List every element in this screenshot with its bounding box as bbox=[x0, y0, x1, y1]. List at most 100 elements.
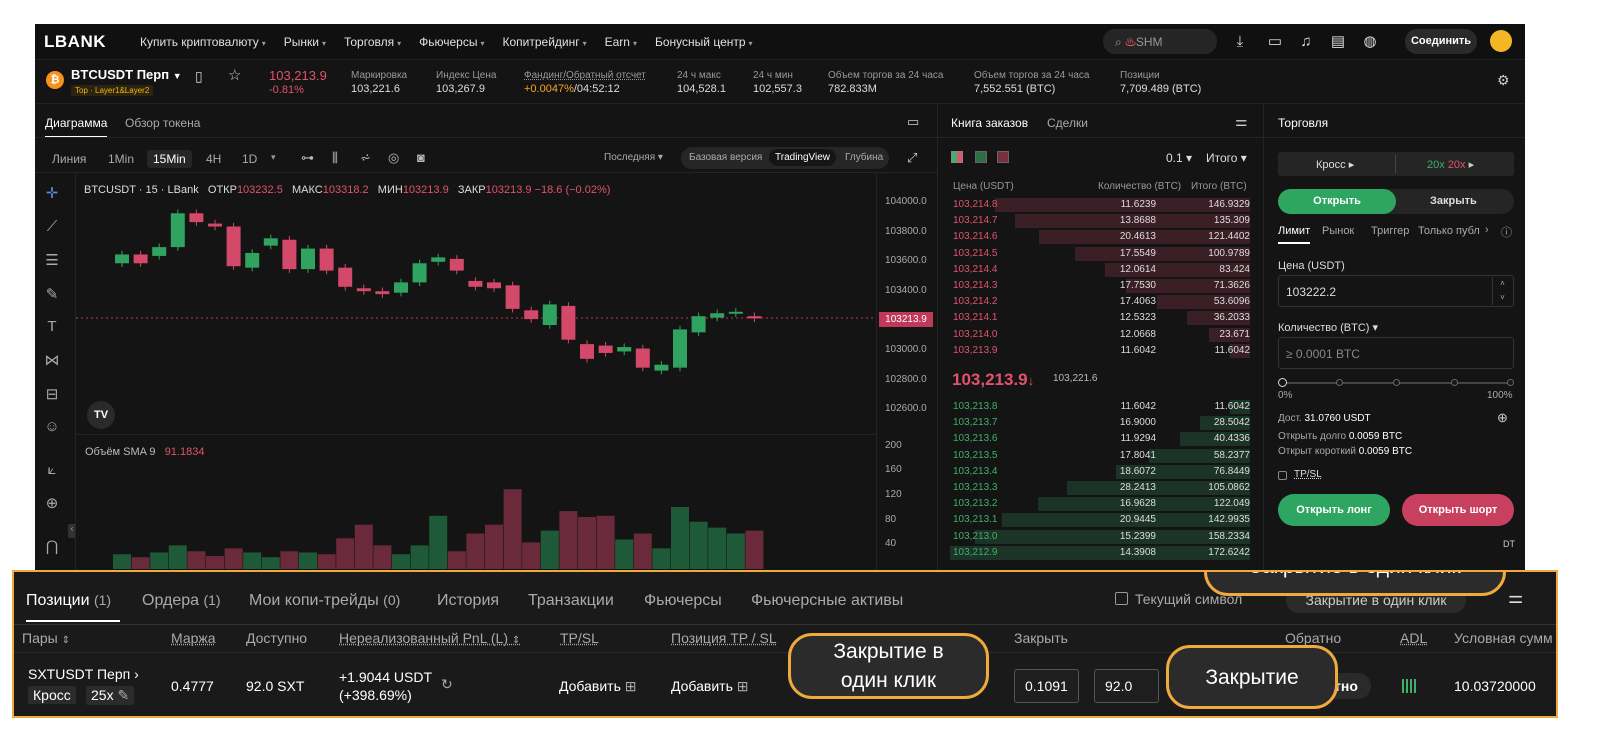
trendline-icon[interactable]: ⟋ bbox=[42, 218, 62, 238]
bid-row[interactable]: 103,213.6 11.9294 40.4336 bbox=[940, 431, 1250, 447]
price-input[interactable]: 103222.2 bbox=[1278, 275, 1514, 307]
order-type-trigger[interactable]: Триггер bbox=[1371, 225, 1409, 237]
sliders-icon[interactable]: ⚌ bbox=[1508, 588, 1523, 608]
slider-mark[interactable] bbox=[1507, 379, 1514, 386]
nav-trade[interactable]: Торговля ▾ bbox=[344, 35, 401, 49]
bell-icon[interactable]: ♫ bbox=[1297, 33, 1315, 51]
open-tab[interactable]: Открыть bbox=[1278, 189, 1396, 214]
slider-mark[interactable] bbox=[1451, 379, 1458, 386]
price-stepper[interactable]: ˄ ˅ bbox=[1492, 277, 1512, 305]
orderbook-last-price[interactable]: 103,213.9↓ bbox=[952, 370, 1034, 390]
open-short-button[interactable]: Открыть шорт bbox=[1402, 494, 1514, 526]
bid-row[interactable]: 103,213.3 28.2413 105.0862 bbox=[940, 480, 1250, 496]
ask-row[interactable]: 103,214.0 12.0668 23.671 bbox=[940, 327, 1250, 343]
qty-slider[interactable] bbox=[1278, 378, 1514, 387]
fib-icon[interactable]: ☰ bbox=[42, 251, 62, 271]
plus-circle-icon[interactable]: ⊕ bbox=[1497, 410, 1508, 426]
template-icon[interactable]: ◎ bbox=[388, 150, 399, 166]
position-leverage[interactable]: 25x ✎ bbox=[86, 686, 135, 705]
bid-row[interactable]: 103,213.2 16.9628 122.049 bbox=[940, 496, 1250, 512]
tpsl-label[interactable]: TP/SL bbox=[1294, 469, 1322, 480]
bid-row[interactable]: 103,213.1 20.9445 142.9935 bbox=[940, 512, 1250, 528]
share-icon[interactable]: ↻ bbox=[441, 676, 453, 693]
ask-row[interactable]: 103,214.7 13.8688 135.309 bbox=[940, 213, 1250, 229]
book-bids-icon[interactable] bbox=[975, 151, 987, 163]
timeframe-1min[interactable]: 1Min bbox=[108, 152, 134, 166]
tab-chart[interactable]: Диаграмма bbox=[45, 116, 108, 138]
bid-row[interactable]: 103,213.7 16.9000 28.5042 bbox=[940, 415, 1250, 431]
window-icon[interactable]: ▭ bbox=[907, 114, 919, 130]
tab-transactions[interactable]: Транзакции bbox=[528, 592, 614, 610]
brush-icon[interactable]: ✎ bbox=[42, 285, 62, 305]
order-type-limit[interactable]: Лимит bbox=[1278, 225, 1311, 244]
ask-row[interactable]: 103,214.4 12.0614 83.424 bbox=[940, 262, 1250, 278]
view-tradingview[interactable]: TradingView bbox=[769, 149, 837, 166]
lbank-logo[interactable]: LBANK bbox=[44, 32, 106, 52]
measure-tool-icon[interactable]: ⊟ bbox=[42, 385, 62, 405]
close-tab[interactable]: Закрыть bbox=[1430, 195, 1477, 207]
tab-orders[interactable]: Ордера (1) bbox=[142, 592, 221, 610]
nav-copytrading[interactable]: Копитрейдинг ▾ bbox=[502, 35, 586, 49]
ask-row[interactable]: 103,214.2 17.4063 53.6096 bbox=[940, 294, 1250, 310]
col-pnl[interactable]: Нереализованный PnL (L) ⇕ bbox=[339, 630, 520, 646]
chevron-right-icon[interactable]: › bbox=[1485, 224, 1489, 236]
qty-label[interactable]: Количество (BTC) ▾ bbox=[1278, 321, 1378, 334]
book-icon[interactable]: ▯ bbox=[195, 68, 203, 85]
sliders-icon[interactable]: ⚌ bbox=[1235, 113, 1248, 130]
ask-row[interactable]: 103,214.6 20.4613 121.4402 bbox=[940, 229, 1250, 245]
ask-row[interactable]: 103,214.5 17.5549 100.9789 bbox=[940, 246, 1250, 262]
stat-label[interactable]: Фандинг/Обратный отсчет bbox=[524, 70, 646, 81]
order-type-market[interactable]: Рынок bbox=[1322, 225, 1354, 237]
tab-history[interactable]: История bbox=[437, 592, 499, 610]
nav-bonus-center[interactable]: Бонусный центр ▾ bbox=[655, 35, 753, 49]
magnet-icon[interactable]: ⋂ bbox=[42, 537, 62, 557]
camera-icon[interactable]: ◙ bbox=[417, 150, 425, 165]
bid-row[interactable]: 103,212.9 14.3908 172.6242 bbox=[940, 545, 1250, 561]
orders-icon[interactable]: ▤ bbox=[1329, 33, 1347, 51]
current-symbol-checkbox[interactable] bbox=[1115, 592, 1128, 605]
globe-icon[interactable]: ◍ bbox=[1361, 33, 1379, 51]
timeframe-1d[interactable]: 1D bbox=[242, 152, 257, 166]
order-type-post-only[interactable]: Только публ bbox=[1418, 225, 1480, 237]
slider-mark[interactable] bbox=[1336, 379, 1343, 386]
tpsl-checkbox[interactable] bbox=[1278, 471, 1287, 480]
download-icon[interactable]: ⤓ bbox=[1231, 33, 1249, 51]
slider-mark[interactable] bbox=[1393, 379, 1400, 386]
avatar[interactable] bbox=[1490, 30, 1512, 52]
candlestick-chart[interactable] bbox=[76, 173, 876, 570]
view-basic[interactable]: Базовая версия bbox=[689, 152, 762, 163]
close-price-input[interactable]: 0.1091 bbox=[1014, 669, 1079, 703]
tab-futures[interactable]: Фьючерсы bbox=[644, 592, 722, 610]
close-qty-input[interactable]: 92.0 bbox=[1094, 669, 1159, 703]
margin-mode-select[interactable]: Кросс ▸ bbox=[1316, 158, 1354, 171]
connect-button[interactable]: Соединить bbox=[1405, 29, 1477, 54]
timeframe-4h[interactable]: 4H bbox=[206, 152, 221, 166]
ask-row[interactable]: 103,214.3 17.7530 71.3626 bbox=[940, 278, 1250, 294]
nav-earn[interactable]: Earn ▾ bbox=[605, 35, 637, 49]
search-input[interactable]: ⌕ ♨SHM bbox=[1103, 29, 1217, 54]
timeframe-15min[interactable]: 15Min bbox=[147, 150, 192, 168]
open-long-button[interactable]: Открыть лонг bbox=[1278, 494, 1390, 526]
ask-row[interactable]: 103,214.8 11.6239 146.9329 bbox=[940, 197, 1250, 213]
leverage-select[interactable]: 20x 20x ▸ bbox=[1427, 158, 1474, 171]
bid-row[interactable]: 103,213.0 15.2399 158.2334 bbox=[940, 529, 1250, 545]
tab-token-overview[interactable]: Обзор токена bbox=[125, 116, 200, 130]
bid-row[interactable]: 103,213.4 18.6072 76.8449 bbox=[940, 464, 1250, 480]
ask-row[interactable]: 103,213.9 11.6042 11.6042 bbox=[940, 343, 1250, 359]
tab-futures-assets[interactable]: Фьючерсные активы bbox=[751, 592, 903, 610]
col-pairs[interactable]: Пары ⇕ bbox=[22, 630, 70, 646]
slider-handle[interactable] bbox=[1278, 378, 1287, 387]
qty-input[interactable]: ≥ 0.0001 BTC bbox=[1278, 337, 1514, 369]
pattern-icon[interactable]: ⋈ bbox=[42, 351, 62, 371]
help-icon[interactable]: ⓘ bbox=[1501, 224, 1512, 240]
wallet-icon[interactable]: ▭ bbox=[1266, 33, 1284, 51]
timeframe-line[interactable]: Линия bbox=[52, 152, 86, 166]
tradingview-logo[interactable]: TV bbox=[87, 401, 115, 429]
precision-select[interactable]: 0.1 ▾ bbox=[1166, 151, 1192, 165]
book-both-icon[interactable] bbox=[951, 151, 963, 163]
chevron-down-icon[interactable]: ▾ bbox=[271, 152, 276, 163]
tab-positions[interactable]: Позиции (1) bbox=[26, 592, 111, 610]
nav-futures[interactable]: Фьючерсы ▾ bbox=[419, 35, 484, 49]
bid-row[interactable]: 103,213.5 17.8041 58.2377 bbox=[940, 448, 1250, 464]
settings-icon[interactable]: ⚙ bbox=[1497, 72, 1510, 89]
